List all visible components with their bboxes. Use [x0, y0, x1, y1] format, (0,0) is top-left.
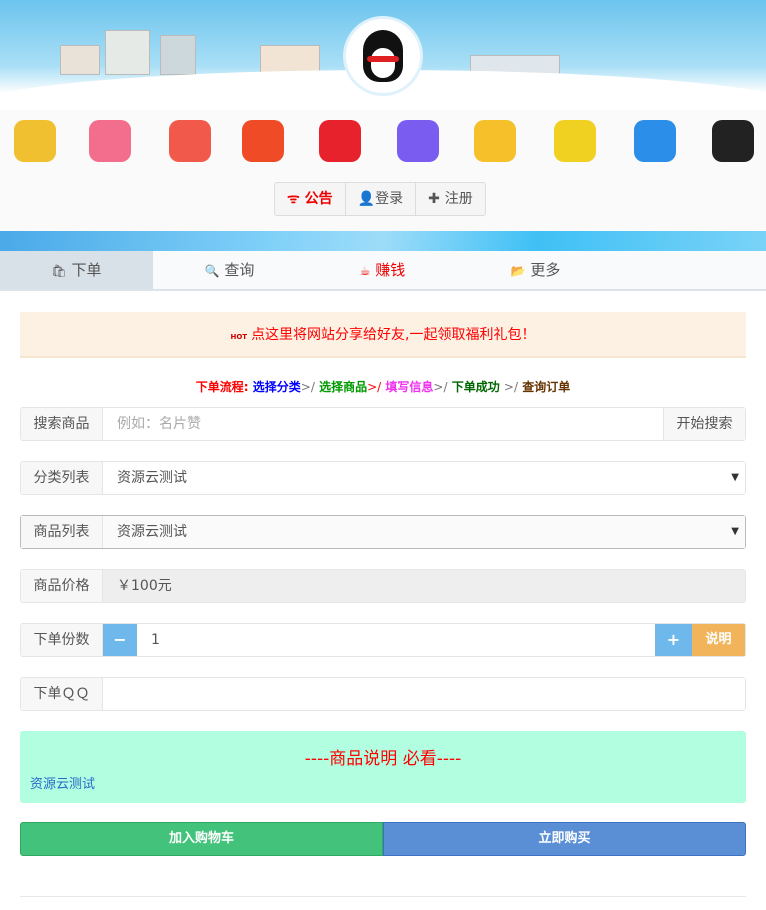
order-flow: 下单流程: 选择分类>/ 选择商品>/ 填写信息>/ 下单成功 >/ 查询订单 — [195, 380, 571, 394]
qq-label: 下单ＱＱ — [21, 678, 103, 710]
header-button-group: ᯤ 公告 👤登录 ✚ 注册 — [274, 182, 486, 216]
tab-query[interactable]: 🔍 查询 — [153, 251, 306, 289]
tab-more[interactable]: 📂 更多 — [459, 251, 612, 289]
cartoon-face-icon[interactable] — [554, 120, 596, 162]
price-field: ￥100元 — [103, 570, 745, 602]
increase-button[interactable]: + — [655, 624, 692, 656]
tab-earn[interactable]: ☕ 赚钱 — [306, 251, 459, 289]
bilibili-icon[interactable] — [89, 120, 131, 162]
singing-app-icon[interactable] — [14, 120, 56, 162]
add-to-cart-button[interactable]: 加入购物车 — [20, 822, 383, 856]
qq-row: 下单ＱＱ — [20, 677, 746, 711]
quantity-label: 下单份数 — [21, 624, 103, 656]
site-logo-penguin — [343, 16, 423, 96]
category-row: 分类列表 资源云测试 ▼ — [20, 461, 746, 495]
folder-icon: 📂 — [510, 264, 526, 278]
main-tabs: 🛍 下单 🔍 查询 ☕ 赚钱 📂 更多 — [0, 251, 766, 291]
bag-icon: 🛍 — [51, 264, 67, 278]
qzone-star-icon[interactable] — [634, 120, 676, 162]
announce-button[interactable]: ᯤ 公告 — [275, 183, 346, 215]
category-label: 分类列表 — [21, 462, 103, 494]
product-description: ----商品说明 必看---- 资源云测试 — [20, 731, 746, 803]
price-label: 商品价格 — [21, 570, 103, 602]
product-row: 商品列表 资源云测试 ▼ — [20, 515, 746, 549]
quantity-input[interactable]: 1 — [137, 624, 655, 656]
wifi-icon: ᯤ — [287, 191, 305, 207]
tab-order[interactable]: 🛍 下单 — [0, 251, 153, 289]
start-search-button[interactable]: 开始搜索 — [663, 408, 745, 440]
plus-icon: ✚ — [428, 191, 445, 207]
search-icon: 🔍 — [204, 264, 220, 278]
music-app-icon[interactable] — [169, 120, 211, 162]
decrease-button[interactable]: − — [103, 624, 137, 656]
header-banner — [0, 0, 766, 110]
category-select[interactable]: 资源云测试 ▼ — [103, 462, 745, 494]
buy-now-button[interactable]: 立即购买 — [383, 822, 746, 856]
divider — [20, 896, 746, 897]
app-icon-row — [0, 110, 766, 170]
video-play-icon[interactable] — [319, 120, 361, 162]
user-icon: 👤 — [357, 191, 376, 207]
qq-icon[interactable] — [712, 120, 754, 162]
price-row: 商品价格 ￥100元 — [20, 569, 746, 603]
login-button[interactable]: 👤登录 — [346, 183, 417, 215]
quantity-row: 下单份数 − 1 + 说明 — [20, 623, 746, 657]
explain-button[interactable]: 说明 — [692, 624, 745, 656]
search-row: 搜索商品 例如：名片赞 开始搜索 — [20, 407, 746, 441]
decorative-strip — [0, 231, 766, 251]
search-input[interactable]: 例如：名片赞 — [103, 408, 663, 440]
description-text: 资源云测试 — [30, 777, 96, 792]
share-notice-link[interactable]: HOT 点这里将网站分享给好友,一起领取福利礼包！ — [20, 312, 746, 358]
product-label: 商品列表 — [21, 516, 103, 548]
qq-penguin-icon[interactable] — [474, 120, 516, 162]
caret-down-icon: ▼ — [731, 472, 739, 483]
coffee-icon: ☕ — [359, 264, 371, 278]
register-button[interactable]: ✚ 注册 — [416, 183, 485, 215]
qq-input[interactable] — [103, 678, 745, 710]
action-buttons: 加入购物车 立即购买 — [20, 822, 746, 856]
video-app-icon[interactable] — [397, 120, 439, 162]
caret-down-icon: ▼ — [731, 526, 739, 537]
search-label: 搜索商品 — [21, 408, 103, 440]
description-title: ----商品说明 必看---- — [304, 749, 462, 769]
hot-badge: HOT — [230, 333, 248, 341]
listen-app-icon[interactable] — [242, 120, 284, 162]
product-select[interactable]: 资源云测试 ▼ — [103, 516, 745, 548]
